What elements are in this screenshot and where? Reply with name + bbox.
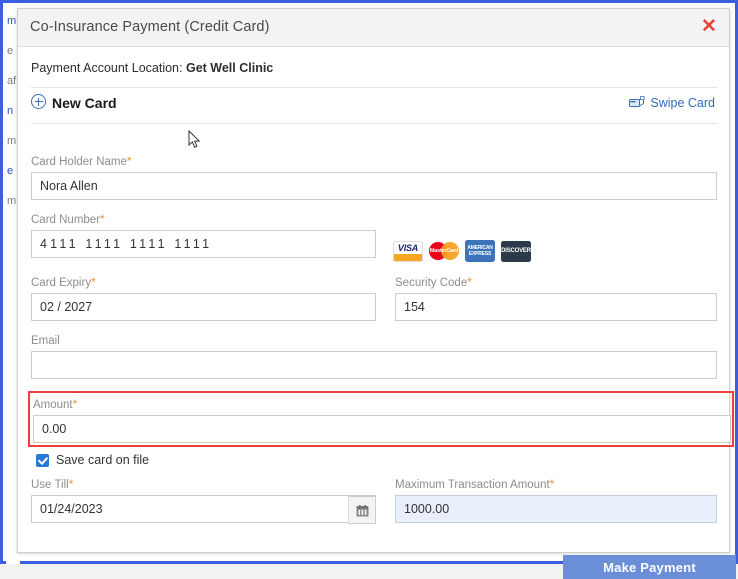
- security-code-label: Security Code*: [395, 275, 717, 289]
- amex-logo: AMERICAN EXPRESS: [465, 240, 495, 262]
- save-card-on-file-label: Save card on file: [56, 453, 150, 467]
- maximum-transaction-amount-input: 1000.00: [395, 495, 717, 523]
- divider-top: [31, 87, 717, 88]
- visa-logo: VISA: [393, 240, 423, 262]
- email-group: Email: [31, 333, 717, 379]
- new-card-option[interactable]: New Card: [31, 94, 117, 118]
- card-holder-name-input[interactable]: Nora Allen: [31, 172, 717, 200]
- required-marker: *: [91, 275, 96, 289]
- card-number-label-text: Card Number: [31, 214, 101, 226]
- dialog-title: Co-Insurance Payment (Credit Card): [30, 19, 270, 35]
- card-expiry-label: Card Expiry*: [31, 275, 376, 289]
- amount-label: Amount*: [33, 397, 731, 411]
- required-marker: *: [72, 397, 78, 411]
- swipe-card-link[interactable]: Swipe Card: [629, 96, 715, 110]
- use-till-group: Use Till* 01/24/2023: [31, 477, 376, 524]
- close-icon[interactable]: ✕: [697, 15, 721, 39]
- security-code-input[interactable]: 154: [395, 293, 717, 321]
- card-number-label: Card Number*: [31, 212, 376, 226]
- payment-dialog: Co-Insurance Payment (Credit Card) ✕ Pay…: [17, 8, 736, 579]
- required-marker: *: [100, 212, 105, 226]
- use-till-label-text: Use Till: [31, 479, 69, 491]
- required-marker: *: [467, 275, 472, 289]
- amount-group: Amount* 0.00: [33, 397, 731, 443]
- security-code-label-text: Security Code: [395, 277, 468, 289]
- email-label: Email: [31, 333, 717, 347]
- calendar-icon[interactable]: [348, 496, 376, 524]
- card-reader-icon: [629, 96, 645, 109]
- card-number-input[interactable]: 4111 1111 1111 1111: [31, 230, 376, 258]
- payment-account-location: Payment Account Location: Get Well Clini…: [31, 61, 273, 75]
- maximum-transaction-amount-group: Maximum Transaction Amount* 1000.00: [395, 477, 717, 523]
- use-till-label: Use Till*: [31, 477, 376, 491]
- card-number-group: Card Number* 4111 1111 1111 1111: [31, 212, 376, 258]
- accepted-card-brands: VISA MasterCard AMERICAN EXPRESS DISCOVE…: [393, 240, 531, 262]
- card-holder-name-label-text: Card Holder Name: [31, 156, 127, 168]
- dialog-body: Payment Account Location: Get Well Clini…: [18, 47, 736, 579]
- checkbox-checked-icon: [36, 453, 49, 467]
- card-holder-name-group: Card Holder Name* Nora Allen: [31, 154, 717, 200]
- card-holder-name-label: Card Holder Name*: [31, 154, 717, 168]
- payment-account-location-label: Payment Account Location:: [31, 61, 183, 75]
- circle-plus-icon: [31, 94, 46, 110]
- maximum-transaction-amount-label-text: Maximum Transaction Amount: [395, 479, 550, 491]
- amount-error-highlight: Amount* 0.00: [28, 391, 734, 447]
- email-label-text: Email: [31, 335, 60, 347]
- save-card-on-file-checkbox[interactable]: Save card on file: [36, 453, 149, 467]
- payment-account-location-value: Get Well Clinic: [185, 61, 274, 75]
- discover-logo: DISCOVER: [501, 240, 531, 262]
- required-marker: *: [549, 477, 555, 491]
- application-frame: m e af n m e m Co-Insurance Payment (Cre…: [0, 0, 738, 579]
- divider-below-new-card: [31, 123, 717, 124]
- new-card-label: New Card: [52, 94, 117, 111]
- maximum-transaction-amount-label: Maximum Transaction Amount*: [395, 477, 717, 491]
- use-till-input[interactable]: 01/24/2023: [31, 495, 376, 523]
- make-payment-button[interactable]: Make Payment: [563, 555, 736, 579]
- required-marker: *: [126, 154, 132, 168]
- required-marker: *: [68, 477, 74, 491]
- mouse-cursor-icon: [188, 129, 202, 150]
- dialog-header: Co-Insurance Payment (Credit Card) ✕: [18, 9, 729, 47]
- card-expiry-label-text: Card Expiry: [31, 277, 92, 289]
- amount-input[interactable]: 0.00: [33, 415, 731, 443]
- mastercard-logo: MasterCard: [429, 240, 459, 262]
- amount-label-text: Amount: [33, 399, 73, 411]
- card-expiry-input[interactable]: 02 / 2027: [31, 293, 376, 321]
- swipe-card-label: Swipe Card: [650, 96, 715, 110]
- card-expiry-group: Card Expiry* 02 / 2027: [31, 275, 376, 321]
- email-input[interactable]: [31, 351, 717, 379]
- security-code-group: Security Code* 154: [395, 275, 717, 321]
